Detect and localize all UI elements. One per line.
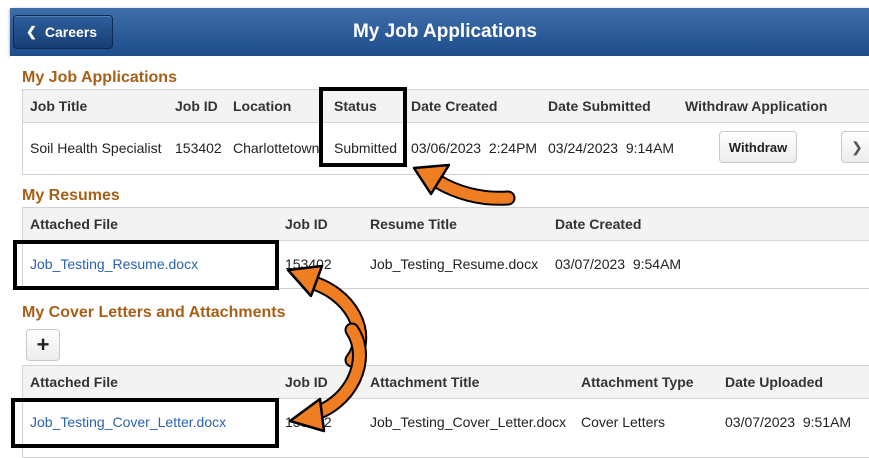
attachment-title-cell: Job_Testing_Cover_Letter.docx	[370, 414, 567, 430]
plus-icon: +	[36, 332, 50, 357]
column-header-job-id[interactable]: Job ID	[285, 374, 328, 390]
resumes-header-row: Attached File Job ID Resume Title Date C…	[23, 208, 869, 241]
column-header-location[interactable]: Location	[233, 98, 291, 114]
resume-title-cell: Job_Testing_Resume.docx	[370, 256, 539, 272]
date-submitted-cell: 03/24/2023 9:14AM	[548, 140, 675, 156]
cover-letters-grid: Attached File Job ID Attachment Title At…	[22, 365, 869, 458]
applications-section-title: My Job Applications	[22, 69, 177, 86]
column-header-attachment-title[interactable]: Attachment Title	[370, 374, 479, 390]
job-id-cell: 153402	[285, 256, 332, 272]
resume-file-link[interactable]: Job_Testing_Resume.docx	[30, 256, 198, 272]
table-row[interactable]: Soil Health Specialist 153402 Charlottet…	[23, 122, 869, 174]
page-title: My Job Applications	[352, 21, 538, 42]
date-created-cell: 03/07/2023 9:54AM	[555, 256, 682, 272]
content-area: My Job Applications Job Title Job ID Loc…	[10, 56, 869, 458]
job-id-cell: 153402	[285, 414, 332, 430]
withdraw-button[interactable]: Withdraw	[719, 131, 797, 163]
chevron-right-icon[interactable]: ❯	[841, 131, 869, 163]
column-header-date-created[interactable]: Date Created	[411, 98, 497, 114]
column-header-date-uploaded[interactable]: Date Uploaded	[725, 374, 823, 390]
cover-letters-section-title: My Cover Letters and Attachments	[22, 304, 286, 321]
column-header-job-id[interactable]: Job ID	[285, 216, 328, 232]
attachment-type-cell: Cover Letters	[581, 414, 666, 430]
column-header-date-created[interactable]: Date Created	[555, 216, 641, 232]
page-header: ❮ Careers My Job Applications	[10, 8, 869, 56]
column-header-attachment-type[interactable]: Attachment Type	[581, 374, 694, 390]
job-id-cell: 153402	[175, 140, 222, 156]
resumes-section-title: My Resumes	[22, 187, 120, 204]
applications-grid: Job Title Job ID Location Status Date Cr…	[22, 89, 869, 175]
add-attachment-button[interactable]: +	[26, 329, 60, 361]
job-title-cell: Soil Health Specialist	[30, 140, 162, 156]
column-header-resume-title[interactable]: Resume Title	[370, 216, 457, 232]
applications-header-row: Job Title Job ID Location Status Date Cr…	[23, 90, 869, 123]
resumes-grid: Attached File Job ID Resume Title Date C…	[22, 207, 869, 289]
column-header-attached-file[interactable]: Attached File	[30, 374, 118, 390]
column-header-job-id[interactable]: Job ID	[175, 98, 218, 114]
location-cell: Charlottetown	[233, 140, 319, 156]
cover-letters-header-row: Attached File Job ID Attachment Title At…	[23, 366, 869, 399]
column-header-attached-file[interactable]: Attached File	[30, 216, 118, 232]
status-cell: Submitted	[334, 140, 398, 156]
column-header-job-title[interactable]: Job Title	[30, 98, 87, 114]
table-row: Job_Testing_Cover_Letter.docx 153402 Job…	[23, 398, 869, 457]
date-created-cell: 03/06/2023 2:24PM	[411, 140, 538, 156]
column-header-status[interactable]: Status	[334, 98, 377, 114]
table-row: Job_Testing_Resume.docx 153402 Job_Testi…	[23, 240, 869, 288]
column-header-withdraw: Withdraw Application	[685, 98, 828, 114]
column-header-date-submitted[interactable]: Date Submitted	[548, 98, 651, 114]
date-uploaded-cell: 03/07/2023 9:51AM	[725, 414, 852, 430]
cover-letter-file-link[interactable]: Job_Testing_Cover_Letter.docx	[30, 414, 226, 430]
